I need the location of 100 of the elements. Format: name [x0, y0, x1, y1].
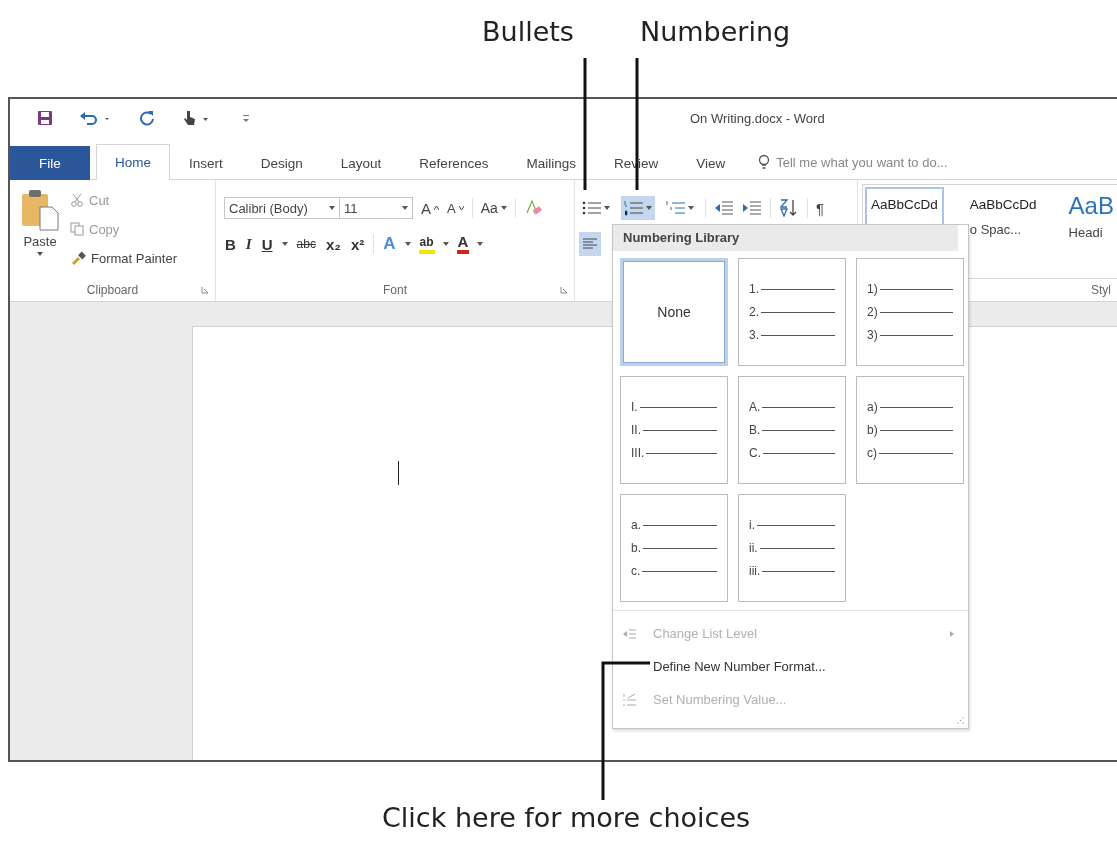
menu-section-header: Numbering Library — [613, 225, 958, 251]
callout-label: Numbering — [640, 16, 791, 47]
list-marker: C. — [749, 446, 761, 460]
format-painter-button[interactable]: Format Painter — [70, 248, 177, 268]
caret-icon — [442, 242, 449, 246]
list-marker: II. — [631, 423, 641, 437]
font-name-dropdown[interactable]: Calibri (Body) — [224, 197, 340, 219]
caret-up-icon — [434, 206, 439, 210]
italic-button[interactable]: I — [244, 235, 253, 253]
redo-icon[interactable] — [139, 110, 155, 126]
show-formatting-button[interactable]: ¶ — [816, 199, 825, 217]
caret-icon — [37, 252, 43, 256]
ribbon-tab[interactable]: Layout — [321, 146, 401, 180]
caret-icon — [604, 206, 610, 210]
ribbon-tab[interactable]: Mailings — [507, 146, 595, 180]
shrink-font-button[interactable]: A — [447, 200, 464, 216]
ribbon-tab[interactable]: References — [400, 146, 508, 180]
numbering-none-tile[interactable]: None — [620, 258, 728, 366]
group-label: Font — [383, 283, 407, 297]
list-level-icon — [623, 627, 637, 640]
list-marker: iii. — [749, 564, 761, 578]
list-marker: B. — [749, 423, 761, 437]
superscript-button[interactable]: x² — [349, 235, 366, 253]
caret-icon — [646, 206, 652, 210]
ribbon-tab[interactable]: View — [677, 146, 745, 180]
numbering-value-icon — [623, 692, 637, 707]
list-marker: b. — [631, 541, 641, 555]
menu-item[interactable]: Define New Number Format... — [613, 650, 968, 683]
numbering-format-tile[interactable]: I. II. III. — [620, 376, 728, 484]
caret-icon — [402, 206, 408, 210]
clipboard-icon — [20, 189, 60, 231]
numbering-format-tile[interactable]: i. ii. iii. — [738, 494, 846, 602]
multilevel-list-icon — [666, 200, 686, 216]
caret-icon — [329, 206, 335, 210]
caret-icon — [477, 242, 484, 246]
align-left-icon — [582, 237, 598, 251]
dialog-launcher-icon[interactable] — [201, 286, 209, 294]
group-label: Clipboard — [86, 283, 139, 297]
font-size-dropdown[interactable]: 11 — [339, 197, 413, 219]
list-marker: III. — [631, 446, 645, 460]
caret-icon — [404, 242, 411, 246]
list-marker: c. — [631, 564, 641, 578]
group-label: Styl — [1091, 283, 1111, 297]
file-tab[interactable]: File — [10, 146, 90, 180]
caret-icon — [281, 242, 288, 246]
list-marker: 3. — [749, 328, 759, 342]
caret-icon — [500, 206, 507, 210]
underline-button[interactable]: U — [260, 235, 274, 253]
paintbrush-icon — [70, 251, 86, 265]
lightbulb-icon — [758, 154, 771, 170]
sort-icon[interactable] — [779, 199, 799, 217]
list-marker: 1. — [749, 282, 759, 296]
numbering-format-tile[interactable]: A. B. C. — [738, 376, 846, 484]
numbering-format-tile[interactable]: a. b. c. — [620, 494, 728, 602]
bullet-list-icon — [582, 200, 602, 216]
change-case-button[interactable]: Aa — [480, 200, 507, 216]
tell-me-field[interactable]: Tell me what you want to do... — [774, 153, 1039, 171]
copy-icon — [70, 222, 84, 236]
list-marker: i. — [749, 518, 755, 532]
numbering-format-tile[interactable]: 1. 2. 3. — [738, 258, 846, 366]
caret-down-icon — [458, 206, 464, 210]
highlight-button[interactable]: ab — [418, 234, 435, 254]
resize-grip-icon[interactable] — [957, 717, 964, 724]
callout-label: Click here for more choices — [382, 802, 751, 833]
list-marker: ii. — [749, 541, 758, 555]
decrease-indent-icon[interactable] — [714, 200, 734, 216]
subscript-button[interactable]: x₂ — [324, 235, 342, 253]
window-title: On Writing.docx - Word — [690, 110, 825, 126]
grow-font-button[interactable]: A — [421, 199, 439, 217]
numbering-format-tile[interactable]: 1) 2) 3) — [856, 258, 964, 366]
increase-indent-icon[interactable] — [742, 200, 762, 216]
list-marker: b) — [867, 423, 878, 437]
dialog-launcher-icon[interactable] — [560, 286, 568, 294]
numbered-list-icon — [624, 200, 644, 216]
bold-button[interactable]: B — [224, 235, 237, 253]
align-left-button[interactable] — [579, 232, 601, 256]
scissors-icon — [70, 193, 84, 207]
numbering-format-tile[interactable]: a) b) c) — [856, 376, 964, 484]
clear-formatting-icon[interactable] — [523, 199, 542, 217]
list-marker: a) — [867, 400, 878, 414]
numbering-button[interactable] — [621, 196, 655, 220]
list-marker: a. — [631, 518, 641, 532]
submenu-arrow-icon — [950, 630, 954, 637]
list-marker: A. — [749, 400, 761, 414]
font-color-button[interactable]: A — [456, 234, 470, 254]
strikethrough-button[interactable]: abc — [295, 237, 317, 251]
ribbon-tab[interactable]: Insert — [170, 146, 242, 180]
paste-button[interactable]: Paste — [10, 185, 70, 279]
list-marker: 1) — [867, 282, 878, 296]
list-marker: 2. — [749, 305, 759, 319]
ribbon-tab[interactable]: Design — [241, 146, 322, 180]
list-marker: 3) — [867, 328, 878, 342]
list-marker: 2) — [867, 305, 878, 319]
save-icon[interactable] — [37, 110, 53, 126]
callout-label: Bullets — [482, 16, 574, 47]
list-marker: I. — [631, 400, 638, 414]
ribbon-tab[interactable]: Home — [96, 144, 170, 180]
text-cursor — [398, 461, 399, 485]
style-tile[interactable]: AaB Headi — [1062, 187, 1117, 276]
caret-icon — [688, 206, 694, 210]
